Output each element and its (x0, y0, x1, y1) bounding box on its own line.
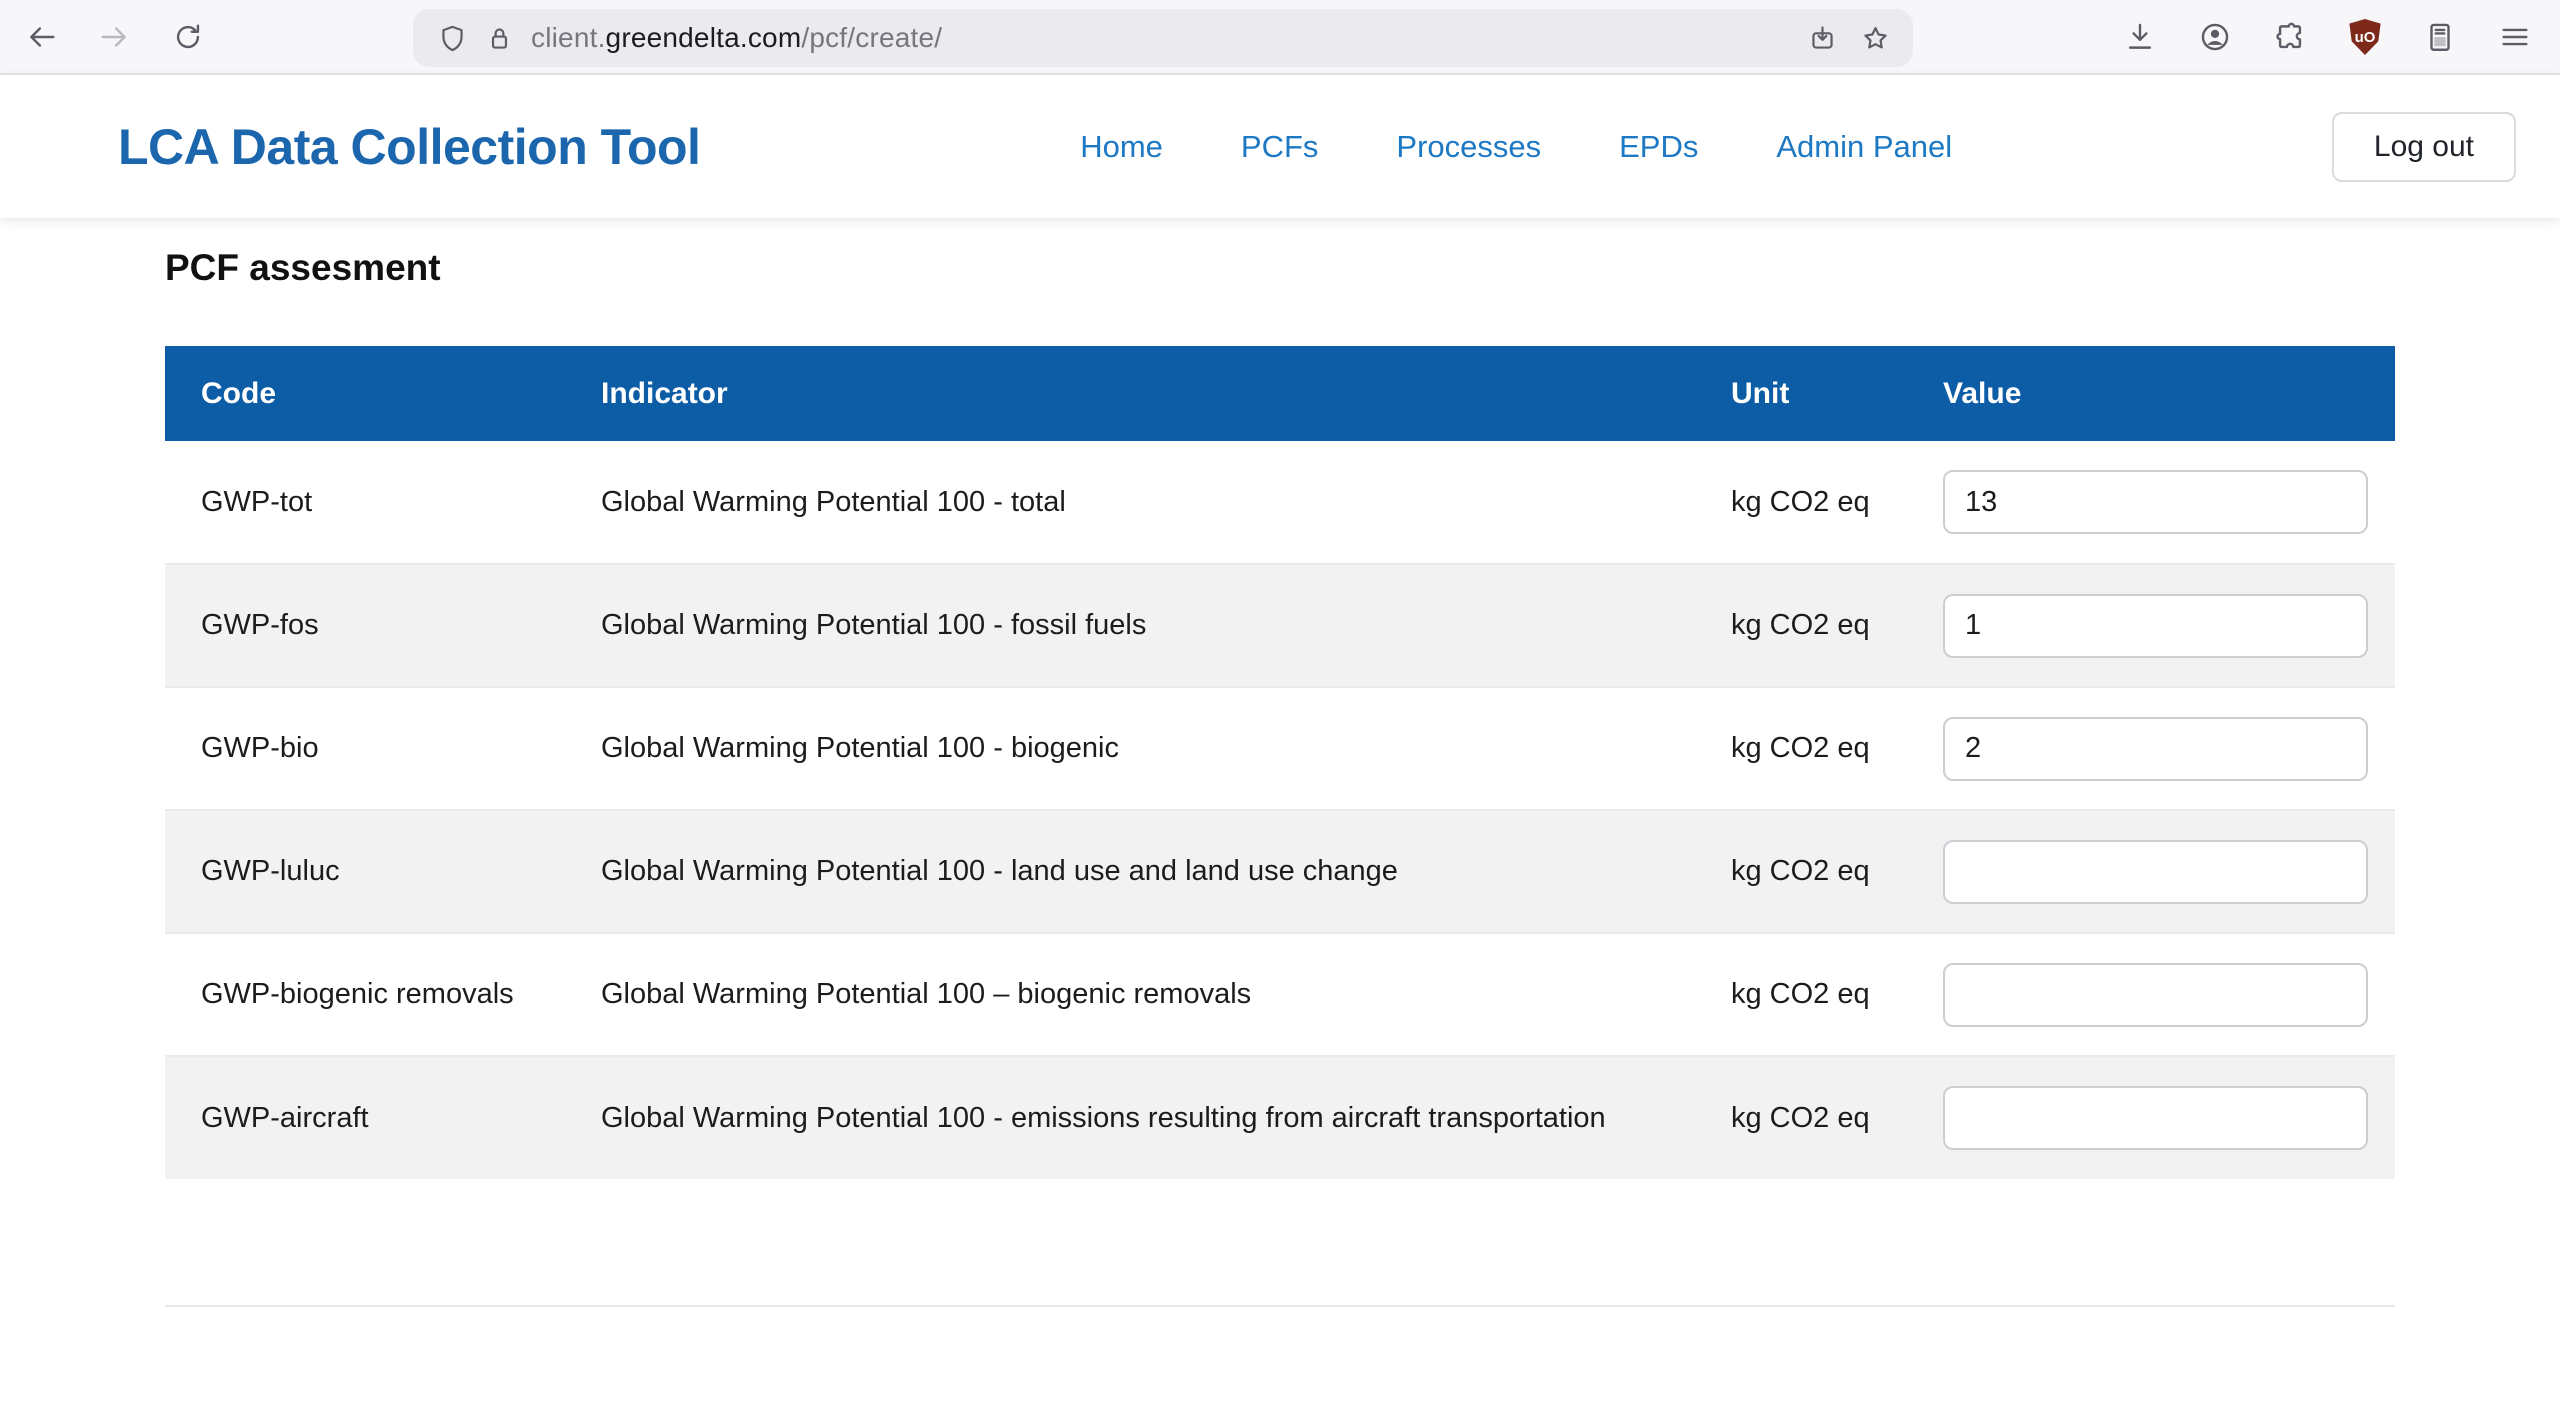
ublock-shield-icon: uO (2348, 19, 2382, 55)
forward-arrow-icon (97, 20, 131, 54)
column-header-value: Value (1907, 346, 2395, 441)
cell-code: GWP-biogenic removals (165, 933, 565, 1056)
nav-link-epds[interactable]: EPDs (1619, 129, 1698, 165)
page-title: PCF assesment (165, 246, 2395, 290)
cell-value (1907, 687, 2395, 810)
logout-button[interactable]: Log out (2332, 112, 2516, 182)
cell-indicator: Global Warming Potential 100 – biogenic … (565, 933, 1695, 1056)
cell-value (1907, 933, 2395, 1056)
account-button[interactable] (2187, 9, 2243, 65)
cell-unit: kg CO2 eq (1695, 810, 1907, 933)
cell-value (1907, 564, 2395, 687)
browser-action-icons: uO (2112, 9, 2543, 65)
nav-link-home[interactable]: Home (1080, 129, 1163, 165)
back-arrow-icon (25, 20, 59, 54)
table-row-gwp-biogenic-removals: GWP-biogenic removals Global Warming Pot… (165, 933, 2395, 1056)
reload-icon (171, 20, 205, 54)
tracking-shield-icon[interactable] (437, 23, 468, 54)
nav-link-pcfs[interactable]: PCFs (1241, 129, 1319, 165)
table-row-gwp-luluc: GWP-luluc Global Warming Potential 100 -… (165, 810, 2395, 933)
extensions-puzzle-icon (2273, 20, 2307, 54)
lock-icon[interactable] (484, 23, 515, 54)
value-input-gwp-fos[interactable] (1943, 594, 2368, 658)
cell-indicator: Global Warming Potential 100 - land use … (565, 810, 1695, 933)
table-row-gwp-bio: GWP-bio Global Warming Potential 100 - b… (165, 687, 2395, 810)
save-page-icon[interactable] (1807, 23, 1838, 54)
app-brand-link[interactable]: LCA Data Collection Tool (118, 118, 700, 176)
nav-link-processes[interactable]: Processes (1396, 129, 1541, 165)
cell-unit: kg CO2 eq (1695, 1056, 1907, 1179)
cell-code: GWP-bio (165, 687, 565, 810)
value-input-gwp-bio[interactable] (1943, 717, 2368, 781)
browser-back-button[interactable] (14, 9, 70, 65)
browser-toolbar: client.greendelta.com/pcf/create/ (0, 0, 2560, 75)
value-input-gwp-tot[interactable] (1943, 470, 2368, 534)
value-input-gwp-biogenic-removals[interactable] (1943, 963, 2368, 1027)
address-bar[interactable]: client.greendelta.com/pcf/create/ (413, 9, 1913, 67)
bookmark-star-icon[interactable] (1860, 23, 1891, 54)
browser-forward-button[interactable] (86, 9, 142, 65)
cell-code: GWP-tot (165, 441, 565, 564)
main-navigation: Home PCFs Processes EPDs Admin Panel (1080, 129, 1952, 165)
value-input-gwp-aircraft[interactable] (1943, 1086, 2368, 1150)
url-path: /pcf/create/ (801, 22, 942, 53)
nav-link-admin-panel[interactable]: Admin Panel (1776, 129, 1952, 165)
cell-code: GWP-fos (165, 564, 565, 687)
cell-indicator: Global Warming Potential 100 - biogenic (565, 687, 1695, 810)
url-subdomain: client. (531, 22, 606, 53)
account-icon (2198, 20, 2232, 54)
reader-document-icon (2423, 20, 2457, 54)
column-header-indicator: Indicator (565, 346, 1695, 441)
url-text: client.greendelta.com/pcf/create/ (531, 22, 942, 54)
table-row-gwp-tot: GWP-tot Global Warming Potential 100 - t… (165, 441, 2395, 564)
table-body: GWP-tot Global Warming Potential 100 - t… (165, 441, 2395, 1179)
pcf-assessment-table: Code Indicator Unit Value GWP-tot Global… (165, 346, 2395, 1179)
cell-indicator: Global Warming Potential 100 - total (565, 441, 1695, 564)
cell-code: GWP-luluc (165, 810, 565, 933)
cell-unit: kg CO2 eq (1695, 933, 1907, 1056)
page-content: PCF assesment Code Indicator Unit Value … (0, 246, 2560, 1307)
cell-unit: kg CO2 eq (1695, 687, 1907, 810)
url-domain: greendelta.com (606, 22, 802, 53)
column-header-unit: Unit (1695, 346, 1907, 441)
browser-reload-button[interactable] (160, 9, 216, 65)
menu-button[interactable] (2487, 9, 2543, 65)
cell-indicator: Global Warming Potential 100 - fossil fu… (565, 564, 1695, 687)
download-icon (2123, 20, 2157, 54)
table-row-gwp-fos: GWP-fos Global Warming Potential 100 - f… (165, 564, 2395, 687)
cell-value (1907, 441, 2395, 564)
cell-indicator: Global Warming Potential 100 - emissions… (565, 1056, 1695, 1179)
footer-divider (165, 1305, 2395, 1307)
value-input-gwp-luluc[interactable] (1943, 840, 2368, 904)
extensions-button[interactable] (2262, 9, 2318, 65)
cell-value (1907, 810, 2395, 933)
cell-unit: kg CO2 eq (1695, 564, 1907, 687)
cell-unit: kg CO2 eq (1695, 441, 1907, 564)
table-head: Code Indicator Unit Value (165, 346, 2395, 441)
cell-value (1907, 1056, 2395, 1179)
cell-code: GWP-aircraft (165, 1056, 565, 1179)
reader-mode-button[interactable] (2412, 9, 2468, 65)
column-header-code: Code (165, 346, 565, 441)
app-header: LCA Data Collection Tool Home PCFs Proce… (0, 75, 2560, 218)
ublock-button[interactable]: uO (2337, 9, 2393, 65)
menu-hamburger-icon (2498, 20, 2532, 54)
table-row-gwp-aircraft: GWP-aircraft Global Warming Potential 10… (165, 1056, 2395, 1179)
downloads-button[interactable] (2112, 9, 2168, 65)
